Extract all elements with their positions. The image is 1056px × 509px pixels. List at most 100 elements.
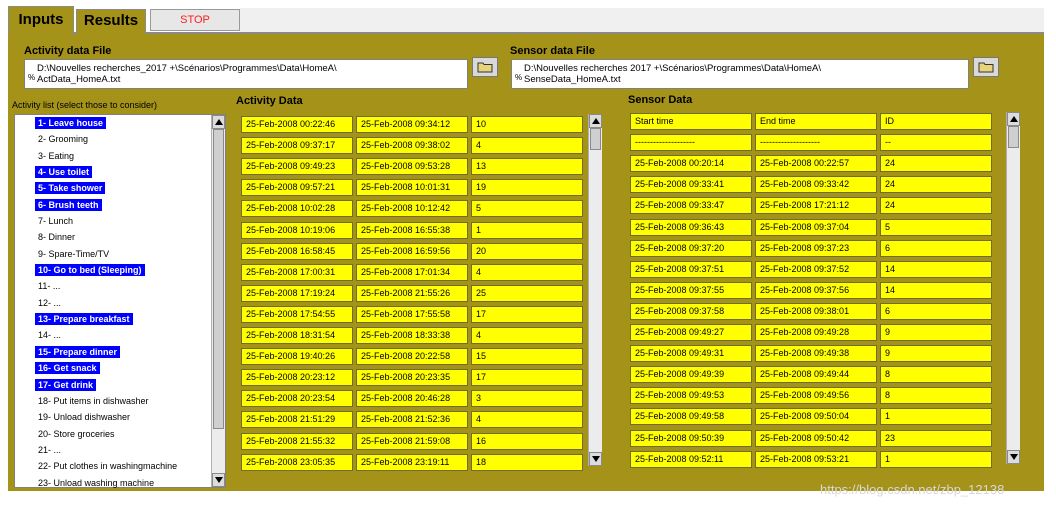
table-cell[interactable]: 25-Feb-2008 17:55:58	[356, 305, 468, 323]
stop-button[interactable]: STOP	[150, 9, 240, 31]
table-cell[interactable]: 25-Feb-2008 10:01:31	[356, 179, 468, 197]
tab-results[interactable]: Results	[76, 9, 146, 34]
table-cell[interactable]: 25-Feb-2008 20:23:12	[241, 369, 353, 387]
table-cell[interactable]: ID	[880, 113, 992, 130]
table-cell[interactable]: 25-Feb-2008 09:37:55	[630, 281, 752, 299]
table-cell[interactable]: 4	[471, 327, 583, 344]
table-cell[interactable]: 9	[880, 345, 992, 363]
table-cell[interactable]: 25-Feb-2008 00:22:46	[241, 116, 353, 133]
table-cell[interactable]: 14	[880, 281, 992, 299]
table-cell[interactable]: 25-Feb-2008 09:49:27	[630, 324, 752, 341]
list-item[interactable]: 2- Grooming	[15, 131, 211, 147]
table-cell[interactable]: 25-Feb-2008 21:52:36	[356, 411, 468, 429]
table-cell[interactable]: 25-Feb-2008 09:50:39	[630, 429, 752, 447]
table-cell[interactable]: 3	[471, 390, 583, 408]
table-cell[interactable]: 25-Feb-2008 19:40:26	[241, 348, 353, 366]
list-item[interactable]: 9- Spare-Time/TV	[15, 246, 211, 262]
table-cell[interactable]: 25-Feb-2008 09:33:47	[630, 197, 752, 215]
table-cell[interactable]: 25-Feb-2008 09:57:21	[241, 179, 353, 197]
table-cell[interactable]: Start time	[630, 113, 752, 130]
table-cell[interactable]: 5	[471, 200, 583, 218]
scroll-down-icon[interactable]	[589, 452, 602, 466]
table-cell[interactable]: 25-Feb-2008 17:54:55	[241, 305, 353, 323]
list-item[interactable]: 12- ...	[15, 295, 211, 311]
activity-file-browse-button[interactable]	[472, 57, 498, 77]
list-item[interactable]: 22- Put clothes in washingmachine	[15, 458, 211, 474]
table-cell[interactable]: 25-Feb-2008 20:22:58	[356, 348, 468, 366]
table-cell[interactable]: 25-Feb-2008 10:19:06	[241, 221, 353, 239]
table-cell[interactable]: 25-Feb-2008 09:33:42	[755, 176, 877, 194]
table-cell[interactable]: 25-Feb-2008 09:37:23	[755, 239, 877, 257]
list-item[interactable]: 21- ...	[15, 442, 211, 458]
table-cell[interactable]: --------------------	[755, 134, 877, 152]
sensor-file-path-field[interactable]: % D:\Nouvelles recherches 2017 +\Scénari…	[511, 59, 969, 89]
activity-file-path-field[interactable]: % D:\Nouvelles recherches_2017 +\Scénari…	[24, 59, 468, 89]
table-cell[interactable]: 19	[471, 179, 583, 197]
scroll-thumb[interactable]	[213, 129, 224, 429]
table-cell[interactable]: 6	[880, 302, 992, 320]
scroll-down-icon[interactable]	[212, 473, 225, 487]
scroll-up-icon[interactable]	[589, 114, 602, 128]
table-cell[interactable]: 25-Feb-2008 09:38:01	[755, 302, 877, 320]
list-item[interactable]: 3- Eating	[15, 148, 211, 164]
list-item[interactable]: 1- Leave house	[15, 115, 211, 131]
scroll-up-icon[interactable]	[1007, 112, 1020, 126]
table-cell[interactable]: 17	[471, 369, 583, 387]
table-cell[interactable]: 17	[471, 305, 583, 323]
table-cell[interactable]: 25-Feb-2008 09:34:12	[356, 116, 468, 133]
list-item[interactable]: 7- Lunch	[15, 213, 211, 229]
table-cell[interactable]: 9	[880, 324, 992, 341]
tab-inputs[interactable]: Inputs	[8, 6, 74, 36]
table-cell[interactable]: 25-Feb-2008 09:49:53	[630, 387, 752, 405]
table-cell[interactable]: 16	[471, 432, 583, 450]
table-cell[interactable]: 25-Feb-2008 21:55:32	[241, 432, 353, 450]
table-cell[interactable]: 18	[471, 453, 583, 471]
list-item[interactable]: 14- ...	[15, 327, 211, 343]
list-item[interactable]: 17- Get drink	[15, 377, 211, 393]
table-cell[interactable]: 10	[471, 116, 583, 133]
table-cell[interactable]: 8	[880, 366, 992, 384]
list-item[interactable]: 16- Get snack	[15, 360, 211, 376]
table-cell[interactable]: 25-Feb-2008 17:00:31	[241, 263, 353, 281]
list-item[interactable]: 11- ...	[15, 278, 211, 294]
table-cell[interactable]: 25-Feb-2008 00:22:57	[755, 155, 877, 173]
table-cell[interactable]: 25-Feb-2008 20:23:54	[241, 390, 353, 408]
list-item[interactable]: 10- Go to bed (Sleeping)	[15, 262, 211, 278]
scroll-thumb[interactable]	[1008, 126, 1019, 148]
table-cell[interactable]: 24	[880, 197, 992, 215]
table-cell[interactable]: 13	[471, 158, 583, 176]
table-cell[interactable]: 25-Feb-2008 09:37:56	[755, 281, 877, 299]
table-cell[interactable]: 25-Feb-2008 09:37:04	[755, 218, 877, 236]
table-cell[interactable]: 23	[880, 429, 992, 447]
table-cell[interactable]: 24	[880, 155, 992, 173]
table-cell[interactable]: 25-Feb-2008 10:02:28	[241, 200, 353, 218]
list-item[interactable]: 23- Unload washing machine	[15, 475, 211, 491]
table-cell[interactable]: 25-Feb-2008 23:05:35	[241, 453, 353, 471]
table-cell[interactable]: 25-Feb-2008 20:46:28	[356, 390, 468, 408]
table-cell[interactable]: 4	[471, 411, 583, 429]
table-cell[interactable]: 6	[880, 239, 992, 257]
activity-list-scrollbar[interactable]	[211, 115, 225, 487]
table-cell[interactable]: 25-Feb-2008 09:37:17	[241, 137, 353, 155]
table-cell[interactable]: 1	[880, 450, 992, 468]
table-cell[interactable]: 25-Feb-2008 09:33:41	[630, 176, 752, 194]
table-cell[interactable]: 14	[880, 260, 992, 278]
list-item[interactable]: 15- Prepare dinner	[15, 344, 211, 360]
table-cell[interactable]: 25-Feb-2008 09:49:44	[755, 366, 877, 384]
table-cell[interactable]: 25-Feb-2008 16:58:45	[241, 242, 353, 260]
activity-data-scrollbar[interactable]	[588, 114, 602, 466]
table-cell[interactable]: 25-Feb-2008 09:52:11	[630, 450, 752, 468]
list-item[interactable]: 18- Put items in dishwasher	[15, 393, 211, 409]
list-item[interactable]: 4- Use toilet	[15, 164, 211, 180]
table-cell[interactable]: 25-Feb-2008 09:53:28	[356, 158, 468, 176]
table-cell[interactable]: 25	[471, 284, 583, 302]
table-cell[interactable]: 25-Feb-2008 09:49:38	[755, 345, 877, 363]
table-cell[interactable]: 20	[471, 242, 583, 260]
table-cell[interactable]: 25-Feb-2008 09:37:20	[630, 239, 752, 257]
table-cell[interactable]: 25-Feb-2008 09:49:31	[630, 345, 752, 363]
table-cell[interactable]: 4	[471, 263, 583, 281]
table-cell[interactable]: 15	[471, 348, 583, 366]
list-item[interactable]: 13- Prepare breakfast	[15, 311, 211, 327]
table-cell[interactable]: 25-Feb-2008 21:51:29	[241, 411, 353, 429]
table-cell[interactable]: 25-Feb-2008 09:37:51	[630, 260, 752, 278]
